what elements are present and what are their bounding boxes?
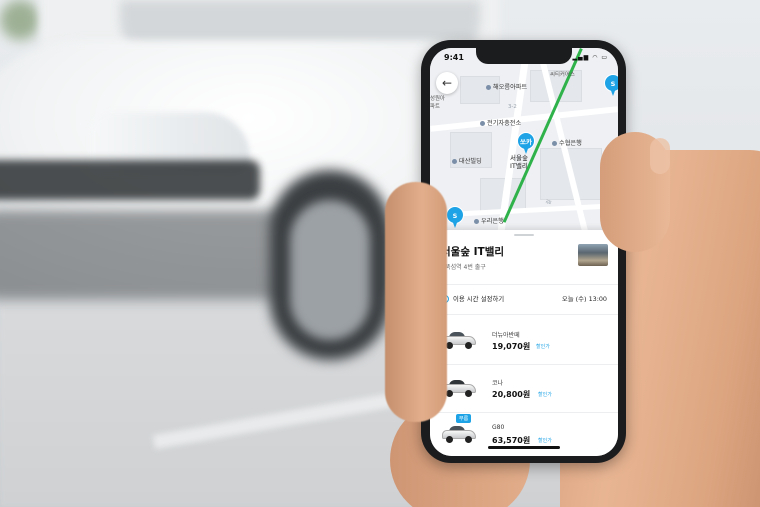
location-pin-s[interactable]: S [604,74,618,98]
time-value: 오늘 (수) 13:00 [561,295,607,303]
map-label-apt: 해오름아파트 [486,82,527,91]
car-name: 코나 [492,380,504,387]
divider [430,364,618,365]
photo-scene: 9:41 ▂▄▆ ◠ ▭ ← 해오름아파트 씨티커어스 성원아 파트 3-2 전… [0,0,760,507]
discount-tag: 할인가 [538,438,552,444]
sheet-handle[interactable] [514,234,534,236]
car-price: 19,070원 [492,342,531,351]
pin-label-line2: IT밸리 [510,162,528,170]
car-name: G80 [492,424,505,431]
phone-screen: 9:41 ▂▄▆ ◠ ▭ ← 해오름아파트 씨티커어스 성원아 파트 3-2 전… [430,48,618,456]
car-image [442,332,476,349]
time-setting-label: 이용 시간 설정하기 [453,295,505,303]
car-name: 더뉴아반떼 [492,332,520,339]
car-list-item[interactable]: 더뉴아반떼 19,070원 할인가 [430,318,618,362]
divider [430,314,618,315]
divider [430,284,618,285]
arrow-left-icon: ← [441,76,453,90]
hand-thumb [385,182,447,422]
place-bottom-sheet[interactable]: 서울숲 IT밸리 ⬩ 뚝섬역 4번 출구 이용 시간 설정하기 오늘 (수) 1… [430,230,618,456]
location-pin-s[interactable]: S [446,206,464,230]
map-label-suhyup: 수협은행 [552,138,582,147]
time-setting-row[interactable]: 이용 시간 설정하기 오늘 (수) 13:00 [441,294,607,306]
map-road [430,106,618,132]
map-view[interactable]: ← 해오름아파트 씨티커어스 성원아 파트 3-2 전기자충전소 수협은행 대산… [430,48,618,234]
discount-tag: 할인가 [538,392,552,398]
place-title: 서울숲 IT밸리 [441,246,505,258]
phone-notch [476,48,572,64]
car-price: 63,570원 [492,436,531,445]
home-indicator [488,446,560,449]
car-list-item[interactable]: 부름 G80 63,570원 할인가 [430,412,618,456]
car-grille [0,160,260,200]
fingernail [650,138,670,174]
map-road-number: 3-2 [508,104,517,110]
car-price: 20,800원 [492,390,531,399]
map-label-daesan: 대산빌딩 [452,156,482,165]
discount-tag: 할인가 [536,344,550,350]
map-label-woori: 우리은행 [474,216,504,225]
location-pin-main[interactable]: 쏘카 [517,132,535,156]
map-label-left1: 성원아 [430,96,445,102]
map-label-ev: 전기자충전소 [480,118,521,127]
pin-label-line1: 서울숲 [510,154,528,162]
back-button[interactable]: ← [436,72,458,94]
place-subtitle: ⬩ 뚝섬역 4번 출구 [441,262,486,272]
car-image [442,426,476,443]
car-rim [290,200,370,340]
blurred-tree [0,0,40,40]
car-image [442,380,476,397]
status-icons: ▂▄▆ ◠ ▭ [572,54,608,61]
status-time: 9:41 [444,53,464,62]
map-label-left2: 파트 [430,104,440,110]
place-thumbnail[interactable] [578,244,608,266]
map-label-city: 씨티커어스 [550,72,575,78]
car-list-item[interactable]: 코나 20,800원 할인가 [430,366,618,410]
delivery-badge: 부름 [456,414,472,423]
